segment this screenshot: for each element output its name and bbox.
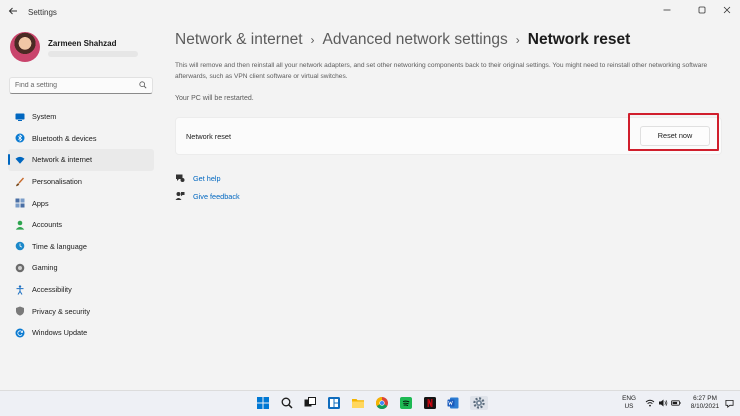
file-explorer-icon[interactable] <box>351 396 365 410</box>
settings-icon[interactable] <box>470 396 488 410</box>
sidebar-item-label: Bluetooth & devices <box>32 133 97 143</box>
feedback-icon <box>175 191 185 201</box>
sidebar-item-label: Time & language <box>32 241 87 251</box>
breadcrumb-separator: › <box>310 33 315 47</box>
network-reset-card: Network reset Reset now <box>175 117 722 155</box>
clock-time: 6:27 PM <box>693 395 717 402</box>
back-arrow-icon[interactable] <box>6 6 20 20</box>
page-title: Network reset <box>527 31 631 48</box>
get-help-label[interactable]: Get help <box>193 174 221 183</box>
sidebar-item-system[interactable]: System <box>8 106 154 128</box>
search-box[interactable] <box>9 77 153 94</box>
wifi-icon <box>15 155 25 165</box>
search-icon[interactable] <box>280 396 294 410</box>
breadcrumb-separator: › <box>515 33 520 47</box>
breadcrumb-item-advanced-network-settings[interactable]: Advanced network settings <box>323 31 508 48</box>
close-button[interactable] <box>718 4 736 18</box>
maximize-button[interactable] <box>693 4 711 18</box>
sidebar-item-network-internet[interactable]: Network & internet <box>8 149 154 171</box>
breadcrumb: Network & internet › Advanced network sett… <box>175 31 630 49</box>
start-icon[interactable] <box>256 396 270 410</box>
brush-icon <box>15 177 25 187</box>
widgets-icon[interactable] <box>327 396 341 410</box>
sidebar-item-accessibility[interactable]: Accessibility <box>8 279 154 301</box>
network-reset-label: Network reset <box>186 132 232 141</box>
sidebar-item-label: Windows Update <box>32 328 88 338</box>
sidebar-item-label: Accounts <box>32 220 63 230</box>
sidebar-item-privacy-security[interactable]: Privacy & security <box>8 300 154 322</box>
get-help-link[interactable]: Get help <box>175 173 221 183</box>
profile-name: Zarmeen Shahzad <box>48 39 117 48</box>
sidebar-item-label: Privacy & security <box>32 306 90 316</box>
sidebar-item-label: Accessibility <box>32 285 72 295</box>
title-bar: Settings <box>0 0 740 26</box>
sidebar-item-personalisation[interactable]: Personalisation <box>8 171 154 193</box>
reset-now-button[interactable]: Reset now <box>640 126 710 146</box>
language-line1: ENG <box>622 395 636 402</box>
sidebar-item-time-language[interactable]: Time & language <box>8 236 154 258</box>
sidebar-item-apps[interactable]: Apps <box>8 192 154 214</box>
minimize-button[interactable] <box>658 4 676 18</box>
notification-icon[interactable] <box>724 398 734 408</box>
sidebar-item-label: Gaming <box>32 263 58 273</box>
gamepad-icon <box>15 263 25 273</box>
sidebar-item-label: Personalisation <box>32 177 82 187</box>
accessibility-icon <box>15 284 25 295</box>
give-feedback-link[interactable]: Give feedback <box>175 191 240 201</box>
sidebar-nav: System Bluetooth & devices Network & int… <box>8 106 154 344</box>
profile-email-redacted <box>48 51 138 57</box>
task-view-icon[interactable] <box>303 396 317 410</box>
help-chat-icon <box>175 173 185 183</box>
apps-icon <box>15 198 25 208</box>
give-feedback-label[interactable]: Give feedback <box>193 192 240 201</box>
shield-icon <box>15 306 25 316</box>
breadcrumb-item-network-internet[interactable]: Network & internet <box>175 31 303 48</box>
language-line2: US <box>624 403 634 410</box>
restart-note: Your PC will be restarted. <box>175 95 254 102</box>
volume-icon[interactable] <box>657 397 669 409</box>
clock-date: 8/10/2021 <box>690 403 720 410</box>
spotify-icon[interactable] <box>399 396 413 410</box>
sidebar-item-label: System <box>32 112 57 122</box>
app-title: Settings <box>28 8 57 17</box>
wifi-tray-icon[interactable] <box>644 397 656 409</box>
taskbar: ENG US 6:27 PM 8/10/2021 <box>0 390 740 416</box>
avatar[interactable] <box>10 32 40 62</box>
sidebar-item-label: Network & internet <box>32 155 93 165</box>
battery-icon[interactable] <box>670 397 682 409</box>
update-icon <box>15 328 25 338</box>
chrome-icon[interactable] <box>375 396 389 410</box>
clock[interactable]: 6:27 PM 8/10/2021 <box>688 395 722 411</box>
language-indicator[interactable]: ENG US <box>614 395 644 411</box>
sidebar-item-bluetooth-devices[interactable]: Bluetooth & devices <box>8 128 154 150</box>
sidebar-item-accounts[interactable]: Accounts <box>8 214 154 236</box>
netflix-icon[interactable] <box>423 396 437 410</box>
sidebar-item-label: Apps <box>32 198 49 208</box>
monitor-icon <box>15 112 25 122</box>
person-icon <box>15 220 25 230</box>
sidebar-item-windows-update[interactable]: Windows Update <box>8 322 154 344</box>
bluetooth-icon <box>15 133 25 143</box>
sidebar-item-gaming[interactable]: Gaming <box>8 257 154 279</box>
search-input[interactable] <box>15 79 133 92</box>
search-icon[interactable] <box>139 81 147 89</box>
word-icon[interactable] <box>446 396 460 410</box>
reset-description: This will remove and then reinstall all … <box>175 62 708 80</box>
globe-clock-icon <box>15 241 25 251</box>
